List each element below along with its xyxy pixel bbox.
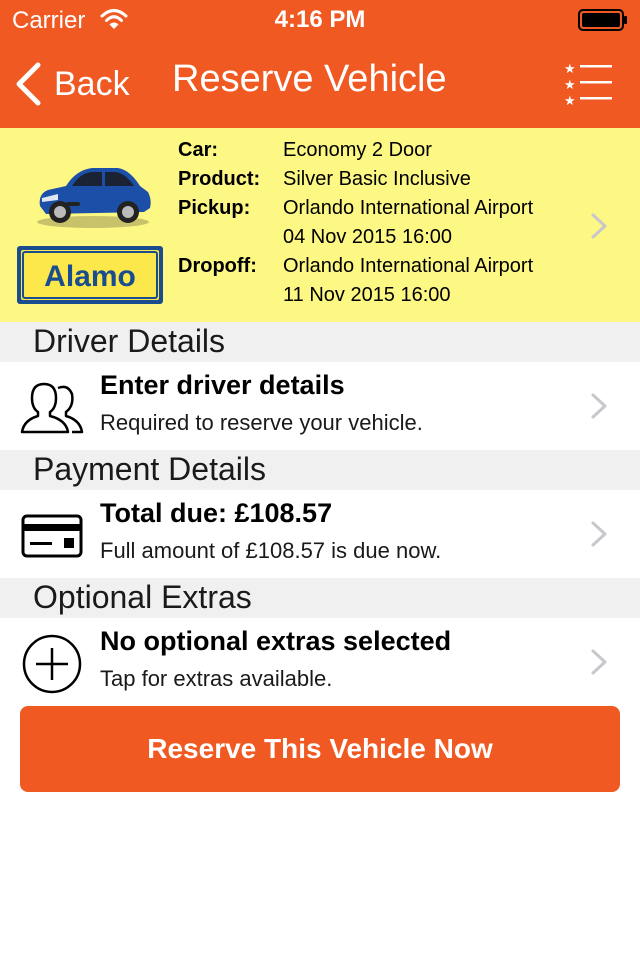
reserve-vehicle-button[interactable]: Reserve This Vehicle Now (20, 706, 620, 792)
section-header-payment: Payment Details (0, 450, 640, 490)
section-header-driver: Driver Details (0, 322, 640, 362)
optional-extras-row[interactable]: No optional extras selected Tap for extr… (0, 618, 640, 706)
chevron-left-icon (16, 62, 41, 106)
status-clock: 4:16 PM (274, 6, 366, 33)
car-image (37, 168, 151, 228)
svg-text:★: ★ (564, 78, 576, 93)
navigation-bar: Back Reserve Vehicle ★ ★ ★ (0, 40, 640, 128)
back-button[interactable]: Back (14, 60, 130, 108)
product-value: Silver Basic Inclusive (283, 168, 471, 190)
battery-icon (578, 9, 627, 31)
section-title-driver: Driver Details (33, 323, 226, 359)
payment-row-subtitle: Full amount of £108.57 is due now. (100, 538, 442, 563)
section-title-extras: Optional Extras (33, 579, 252, 615)
dropoff-location: Orlando International Airport (283, 255, 534, 277)
payment-row-title: Total due: £108.57 (100, 498, 333, 528)
summary-labels: Car: Product: Pickup: Dropoff: (178, 136, 278, 281)
pickup-location: Orlando International Airport (283, 197, 534, 219)
summary-values: Economy 2 Door Silver Basic Inclusive Or… (283, 136, 573, 310)
extras-row-title: No optional extras selected (100, 626, 452, 656)
car-value: Economy 2 Door (283, 139, 432, 161)
car-label: Car: (178, 139, 219, 161)
section-title-payment: Payment Details (33, 451, 266, 487)
back-label: Back (54, 64, 130, 103)
svg-text:★: ★ (564, 94, 576, 108)
dropoff-datetime: 11 Nov 2015 16:00 (283, 284, 451, 306)
pickup-label: Pickup: (178, 197, 251, 219)
plus-circle-icon (22, 634, 82, 694)
extras-row-subtitle: Tap for extras available. (100, 666, 333, 691)
starred-list-icon[interactable]: ★ ★ ★ (564, 60, 612, 108)
chevron-right-icon (591, 649, 607, 675)
product-label: Product: (178, 168, 261, 190)
status-bar: Carrier 4:16 PM (0, 0, 640, 40)
supplier-logo: Alamo (17, 246, 163, 304)
svg-text:Alamo: Alamo (44, 260, 136, 293)
credit-card-icon (21, 514, 83, 558)
driver-row-title: Enter driver details (100, 370, 345, 400)
svg-text:★: ★ (564, 62, 576, 77)
driver-details-row[interactable]: Enter driver details Required to reserve… (0, 362, 640, 450)
top-bar: Carrier 4:16 PM Back Reserve Vehicle ★ ★… (0, 0, 640, 128)
people-icon (20, 382, 84, 434)
payment-details-row[interactable]: Total due: £108.57 Full amount of £108.5… (0, 490, 640, 578)
section-header-extras: Optional Extras (0, 578, 640, 618)
vehicle-summary[interactable]: Alamo Car: Product: Pickup: Dropoff: Eco… (0, 128, 640, 322)
dropoff-label: Dropoff: (178, 255, 257, 277)
driver-row-subtitle: Required to reserve your vehicle. (100, 410, 423, 435)
page-title: Reserve Vehicle (172, 58, 447, 100)
chevron-right-icon (591, 393, 607, 419)
chevron-right-icon (591, 213, 607, 239)
chevron-right-icon (591, 521, 607, 547)
pickup-datetime: 04 Nov 2015 16:00 (283, 226, 453, 248)
